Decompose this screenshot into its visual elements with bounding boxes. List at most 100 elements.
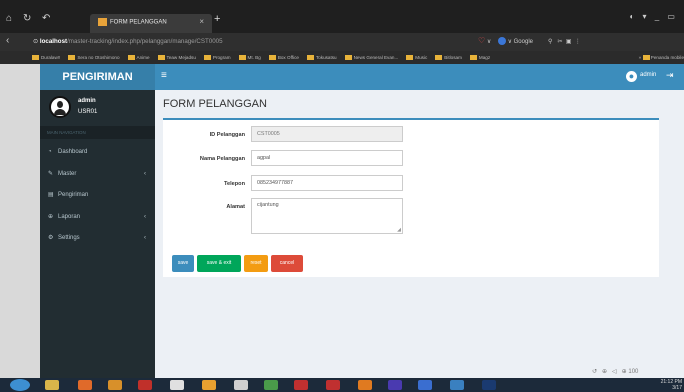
folder-icon bbox=[127, 55, 135, 61]
opera-icon[interactable] bbox=[138, 380, 152, 390]
reset-button[interactable]: reset bbox=[244, 255, 268, 272]
back-icon[interactable]: ‹ bbox=[6, 35, 9, 47]
sign-out-icon[interactable]: ⇥ bbox=[666, 70, 674, 81]
browser-tab[interactable]: FORM PELANGGAN × bbox=[90, 14, 212, 33]
photoshop-icon[interactable] bbox=[482, 380, 496, 390]
nama-pelanggan-input[interactable]: agpal bbox=[251, 150, 403, 166]
app-icon-green[interactable] bbox=[264, 380, 278, 390]
sidebar-item-label: Laporan bbox=[58, 213, 81, 220]
bookmark-item[interactable]: Duralaw!! bbox=[31, 51, 61, 64]
scissors-icon[interactable]: ✂ bbox=[557, 39, 562, 45]
firefox-icon[interactable] bbox=[78, 380, 92, 390]
alamat-label: Alamat bbox=[226, 204, 245, 210]
vlc-icon[interactable] bbox=[358, 380, 372, 390]
bookmark-item[interactable]: Magz bbox=[469, 51, 491, 64]
media-player-icon[interactable] bbox=[388, 380, 402, 390]
folder-icon bbox=[31, 55, 39, 61]
chevron-left-icon: ‹ bbox=[144, 235, 146, 241]
sidebar-item-label: Master bbox=[58, 170, 77, 177]
alamat-textarea[interactable]: cijantung ◢ bbox=[251, 198, 403, 234]
search-engine[interactable]: Google bbox=[514, 39, 533, 45]
folder-icon bbox=[306, 55, 314, 61]
bookmark-item[interactable]: Tokusatsu bbox=[306, 51, 337, 64]
page-title: FORM PELANGGAN bbox=[163, 98, 267, 110]
sidebar-item-dashboard[interactable]: ◔ Dashboard bbox=[40, 142, 155, 164]
folder-icon bbox=[469, 55, 477, 61]
menu-icon[interactable]: ⋮ bbox=[575, 39, 581, 45]
header-user-name[interactable]: admin bbox=[640, 72, 656, 78]
bookmark-label: Music bbox=[415, 55, 428, 60]
status-bar-icons: ↺ ⊕ ◁ ⊕ 100 bbox=[592, 369, 639, 375]
id-pelanggan-input[interactable]: CST0005 bbox=[251, 126, 403, 142]
folder-icon bbox=[157, 55, 165, 61]
bookmarks-bar: Duralaw!! Sera no Otoshimono Anime Teaw Mej… bbox=[0, 51, 684, 64]
start-button-icon[interactable] bbox=[10, 379, 30, 391]
bookmark-item[interactable]: Music bbox=[406, 51, 427, 64]
bookmark-label: Mt. Bg bbox=[247, 55, 261, 60]
chevron-left-icon: ‹ bbox=[144, 170, 146, 177]
bookmark-label: Magz bbox=[478, 55, 491, 60]
paint-icon[interactable] bbox=[234, 380, 248, 390]
bookmark-label: Box Office bbox=[277, 55, 299, 60]
sidebar: admin USR01 MAIN NAVIGATION ◔ Dashboard ✎ M… bbox=[40, 90, 155, 378]
address-bar[interactable]: ⊙ localhost/master-tracking/index.php/pe… bbox=[33, 36, 553, 48]
sidebar-item-laporan[interactable]: ⊕ Laporan ‹ bbox=[40, 207, 155, 229]
new-tab-button[interactable]: + bbox=[214, 13, 220, 25]
notepad-icon[interactable] bbox=[450, 380, 464, 390]
bookmark-item[interactable]: News General Evan... bbox=[344, 51, 399, 64]
search-engine-icon[interactable] bbox=[497, 37, 506, 46]
sidebar-toggle-icon[interactable]: ≡ bbox=[161, 70, 167, 81]
telepon-label: Telepon bbox=[223, 181, 245, 187]
telepon-input[interactable]: 085234977887 bbox=[251, 175, 403, 191]
save-exit-button[interactable]: save & exit bbox=[197, 255, 241, 272]
bookmark-item[interactable]: Mt. Bg bbox=[238, 51, 261, 64]
bookmark-item[interactable]: Program bbox=[203, 51, 231, 64]
cancel-button[interactable]: cancel bbox=[271, 255, 303, 272]
bookmark-label: News General Evan... bbox=[353, 55, 399, 60]
sidebar-item-pengiriman[interactable]: ▤ Pengiriman bbox=[40, 185, 155, 207]
search-icon[interactable]: ⚲ bbox=[548, 39, 552, 45]
explorer-icon[interactable] bbox=[45, 380, 59, 390]
word-icon[interactable] bbox=[418, 380, 432, 390]
app-icon-red-2[interactable] bbox=[326, 380, 340, 390]
close-tab-icon[interactable]: × bbox=[199, 17, 204, 26]
id-pelanggan-label: ID Pelanggan bbox=[209, 132, 245, 138]
bookmark-more[interactable]: » Penanda mobile bbox=[639, 51, 684, 64]
bookmark-item[interactable]: Box Office bbox=[268, 51, 299, 64]
undo-icon[interactable]: ↶ bbox=[42, 13, 50, 25]
alamat-value: cijantung bbox=[257, 202, 279, 208]
sidebar-item-label: Dashboard bbox=[58, 149, 88, 155]
user-avatar-icon[interactable]: ● bbox=[626, 71, 637, 82]
extension-icon[interactable]: ▣ bbox=[566, 39, 572, 45]
reload-icon[interactable]: ↻ bbox=[23, 13, 31, 25]
sidebar-item-master[interactable]: ✎ Master ‹ bbox=[40, 164, 155, 186]
resize-handle-icon[interactable]: ◢ bbox=[397, 227, 401, 233]
system-tray[interactable]: 21:12 PM 3/17 bbox=[661, 379, 682, 391]
bookmark-label: Program bbox=[212, 55, 231, 60]
dashboard-icon: ◔ bbox=[48, 149, 52, 155]
heart-icon[interactable]: ♡ bbox=[478, 36, 485, 45]
archive-icon[interactable] bbox=[202, 380, 216, 390]
sidebar-menu: ◔ Dashboard ✎ Master ‹ ▤ Pengiriman ⊕ Laporan ‹ ⚙ S… bbox=[40, 142, 155, 250]
bookmark-item[interactable]: Bitlosam bbox=[435, 51, 462, 64]
save-button[interactable]: save bbox=[172, 255, 194, 272]
folder-icon bbox=[406, 55, 414, 61]
chevron-left-icon: ‹ bbox=[144, 213, 146, 220]
sidebar-item-settings[interactable]: ⚙ Settings ‹ bbox=[40, 228, 155, 250]
app-icon-red[interactable] bbox=[294, 380, 308, 390]
bookmark-item[interactable]: Anime bbox=[127, 51, 150, 64]
bookmark-item[interactable]: Sera no Otoshimono bbox=[68, 51, 120, 64]
home-icon[interactable]: ⌂ bbox=[6, 13, 12, 25]
bookmark-label: Duralaw!! bbox=[40, 55, 61, 60]
bookmark-label: Tokusatsu bbox=[315, 55, 337, 60]
folder-icon bbox=[203, 55, 211, 61]
xampp-icon[interactable] bbox=[108, 380, 122, 390]
bookmark-item[interactable]: Teaw Mejadsu bbox=[157, 51, 196, 64]
app-logo[interactable]: PENGIRIMAN bbox=[40, 64, 155, 90]
url-path: /master-tracking/index.php/pelanggan/man… bbox=[67, 38, 223, 45]
window-controls[interactable]: ◐ ▾ _ ▭ bbox=[629, 12, 678, 21]
folder-icon bbox=[435, 55, 443, 61]
bookmark-mobile[interactable]: Penanda mobile bbox=[651, 55, 684, 60]
pen-tool-icon[interactable] bbox=[170, 380, 184, 390]
folder-icon bbox=[268, 55, 276, 61]
